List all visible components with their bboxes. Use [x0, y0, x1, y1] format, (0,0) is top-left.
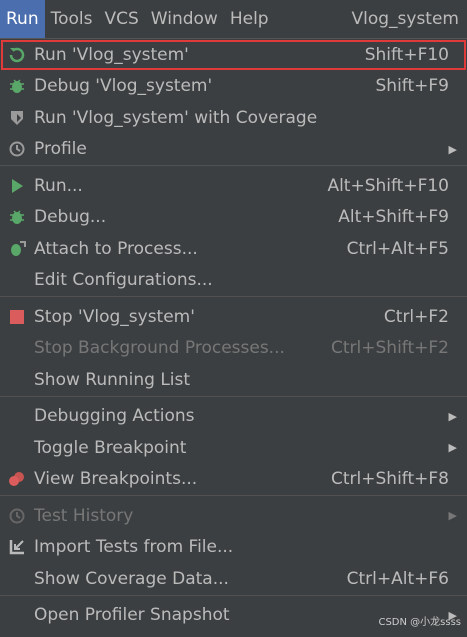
- menu-item-shortcut: Ctrl+Shift+F8: [331, 469, 449, 490]
- run-coverage-item[interactable]: Run 'Vlog_system' with Coverage: [0, 102, 467, 134]
- edit-configurations-item[interactable]: Edit Configurations...: [0, 265, 467, 297]
- stop-background-item: Stop Background Processes... Ctrl+Shift+…: [0, 333, 467, 365]
- menu-item-shortcut: Alt+Shift+F9: [338, 207, 449, 228]
- submenu-arrow-icon: ▶: [448, 441, 457, 455]
- menu-item-label: Stop Background Processes...: [34, 338, 285, 359]
- project-title: Vlog_system: [351, 9, 459, 29]
- submenu-arrow-icon: ▶: [448, 509, 457, 523]
- import-icon: [0, 538, 34, 556]
- menu-item-label: View Breakpoints...: [34, 469, 198, 490]
- menu-item-label: Stop 'Vlog_system': [34, 306, 195, 327]
- menu-item-shortcut: Shift+F10: [364, 44, 449, 65]
- menu-item-label: Profile: [34, 139, 87, 160]
- menu-item-label: Run...: [34, 175, 83, 196]
- menu-item-label: Debug 'Vlog_system': [34, 76, 213, 97]
- menu-item-shortcut: Ctrl+F2: [383, 306, 449, 327]
- test-history-item: Test History ▶: [0, 500, 467, 532]
- menu-bar: Run Tools VCS Window Help Vlog_system: [0, 0, 467, 38]
- view-breakpoints-item[interactable]: View Breakpoints... Ctrl+Shift+F8: [0, 464, 467, 496]
- menu-item-label: Attach to Process...: [34, 238, 198, 259]
- submenu-arrow-icon: ▶: [448, 142, 457, 156]
- import-tests-item[interactable]: Import Tests from File...: [0, 532, 467, 564]
- run-dialog-item[interactable]: Run... Alt+Shift+F10: [0, 170, 467, 202]
- attach-icon: [0, 240, 34, 258]
- profile-icon: [0, 140, 34, 158]
- debugging-actions-item[interactable]: Debugging Actions ▶: [0, 401, 467, 433]
- menu-item-shortcut: Shift+F9: [375, 76, 449, 97]
- watermark: CSDN @小龙ssss: [378, 617, 461, 628]
- menu-item-label: Toggle Breakpoint: [34, 437, 187, 458]
- menu-item-label: Run 'Vlog_system': [34, 44, 189, 65]
- menu-item-shortcut: Ctrl+Alt+F6: [346, 568, 449, 589]
- stop-item[interactable]: Stop 'Vlog_system' Ctrl+F2: [0, 301, 467, 333]
- menu-item-label: Debugging Actions: [34, 406, 195, 427]
- profile-item[interactable]: Profile ▶: [0, 134, 467, 166]
- rerun-icon: [0, 46, 34, 64]
- breakpoints-icon: [0, 470, 34, 488]
- attach-process-item[interactable]: Attach to Process... Ctrl+Alt+F5: [0, 233, 467, 265]
- bug-icon: [0, 208, 34, 226]
- menu-item-label: Import Tests from File...: [34, 537, 234, 558]
- menu-window[interactable]: Window: [145, 0, 224, 38]
- menu-item-label: Run 'Vlog_system' with Coverage: [34, 107, 318, 128]
- menu-item-label: Show Coverage Data...: [34, 568, 229, 589]
- menu-item-label: Test History: [34, 505, 134, 526]
- toggle-breakpoint-item[interactable]: Toggle Breakpoint ▶: [0, 432, 467, 464]
- menu-item-label: Debug...: [34, 207, 107, 228]
- submenu-arrow-icon: ▶: [448, 409, 457, 423]
- run-config-item[interactable]: Run 'Vlog_system' Shift+F10: [0, 39, 467, 71]
- menu-help[interactable]: Help: [224, 0, 275, 38]
- coverage-icon: [0, 109, 34, 127]
- menu-item-label: Edit Configurations...: [34, 270, 213, 291]
- menu-item-label: Show Running List: [34, 369, 191, 390]
- stop-icon: [0, 309, 34, 325]
- show-running-list-item[interactable]: Show Running List: [0, 364, 467, 396]
- menu-tools[interactable]: Tools: [45, 0, 99, 38]
- run-icon: [0, 178, 34, 194]
- menu-run[interactable]: Run: [0, 0, 45, 38]
- menu-vcs[interactable]: VCS: [99, 0, 145, 38]
- show-coverage-data-item[interactable]: Show Coverage Data... Ctrl+Alt+F6: [0, 563, 467, 595]
- debug-config-item[interactable]: Debug 'Vlog_system' Shift+F9: [0, 71, 467, 103]
- bug-icon: [0, 77, 34, 95]
- run-menu-dropdown: Run 'Vlog_system' Shift+F10 Debug 'Vlog_…: [0, 38, 467, 637]
- menu-item-shortcut: Ctrl+Alt+F5: [346, 238, 449, 259]
- menu-item-shortcut: Alt+Shift+F10: [327, 175, 449, 196]
- debug-dialog-item[interactable]: Debug... Alt+Shift+F9: [0, 202, 467, 234]
- history-icon: [0, 507, 34, 525]
- menu-item-shortcut: Ctrl+Shift+F2: [331, 338, 449, 359]
